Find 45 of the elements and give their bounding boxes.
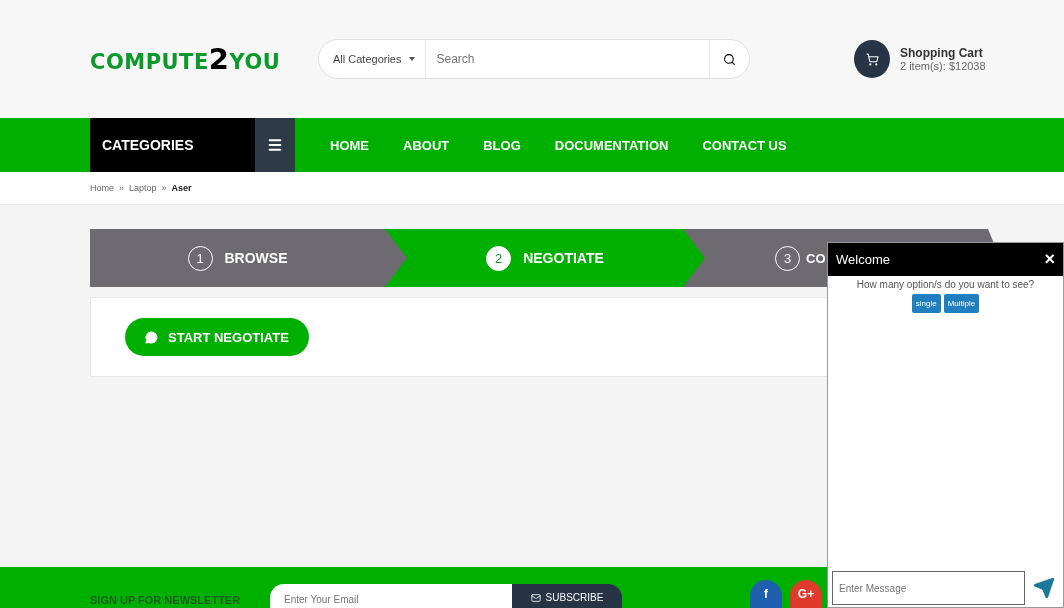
option-button[interactable]: single [911,294,941,313]
chat-question: How many option/s do you want to see? [855,279,1036,290]
caret-icon [409,57,416,61]
email-field[interactable]: Enter Your Email [270,584,512,608]
menu-button[interactable] [255,118,295,172]
cart-icon [865,52,879,66]
start-negotiate-button[interactable]: START NEGOTIATE [125,318,309,356]
send-icon [1033,577,1055,599]
menu-icon [267,137,283,153]
categories-label[interactable]: CATEGORIES [90,118,255,172]
social-link[interactable]: f [750,580,782,608]
social-link[interactable]: G+ [790,580,822,608]
breadcrumb-link[interactable]: Aser [171,183,192,193]
close-button[interactable]: × [1044,249,1055,270]
breadcrumb-link[interactable]: Home [90,183,114,193]
category-dropdown[interactable]: All Categories [319,40,427,78]
nav-link[interactable]: HOME [330,137,369,153]
step-number: 2 [486,245,512,271]
step-label: CO [806,250,826,266]
nav-link[interactable]: DOCUMENTATION [554,137,669,153]
message-field[interactable]: Enter Message [832,571,1025,605]
chat-bubble-icon [145,330,158,344]
subscribe-button[interactable]: SUBSCRIBE [512,584,622,608]
breadcrumb-separator: » [161,183,167,193]
mail-icon [530,592,541,603]
send-button[interactable] [1033,577,1055,599]
step[interactable]: 3 CO [705,229,826,287]
search-icon [723,52,736,66]
step[interactable]: 2 NEGOTIATE [385,229,705,287]
step-label: NEGOTIATE [523,250,604,266]
breadcrumb-separator: » [119,183,125,193]
option-button[interactable]: Multiple [943,294,980,313]
step[interactable]: 1 BROWSE [90,229,385,287]
cart-summary: 2 item(s): $12038 [900,60,986,72]
step-label: BROWSE [224,250,288,266]
nav-link[interactable]: BLOG [483,137,521,153]
cart-title: Shopping Cart [900,46,984,60]
newsletter-label: SIGN UP FOR NEWSLETTER [90,594,242,606]
cart-button[interactable] [854,40,890,78]
chat-title: Welcome [836,252,890,267]
search-field[interactable]: Search [426,52,709,66]
logo[interactable]: COMPUTE2YOU [90,42,318,76]
nav-link[interactable]: ABOUT [403,137,450,153]
breadcrumb-link[interactable]: Laptop [129,183,157,193]
nav-link[interactable]: CONTACT US [702,137,787,153]
